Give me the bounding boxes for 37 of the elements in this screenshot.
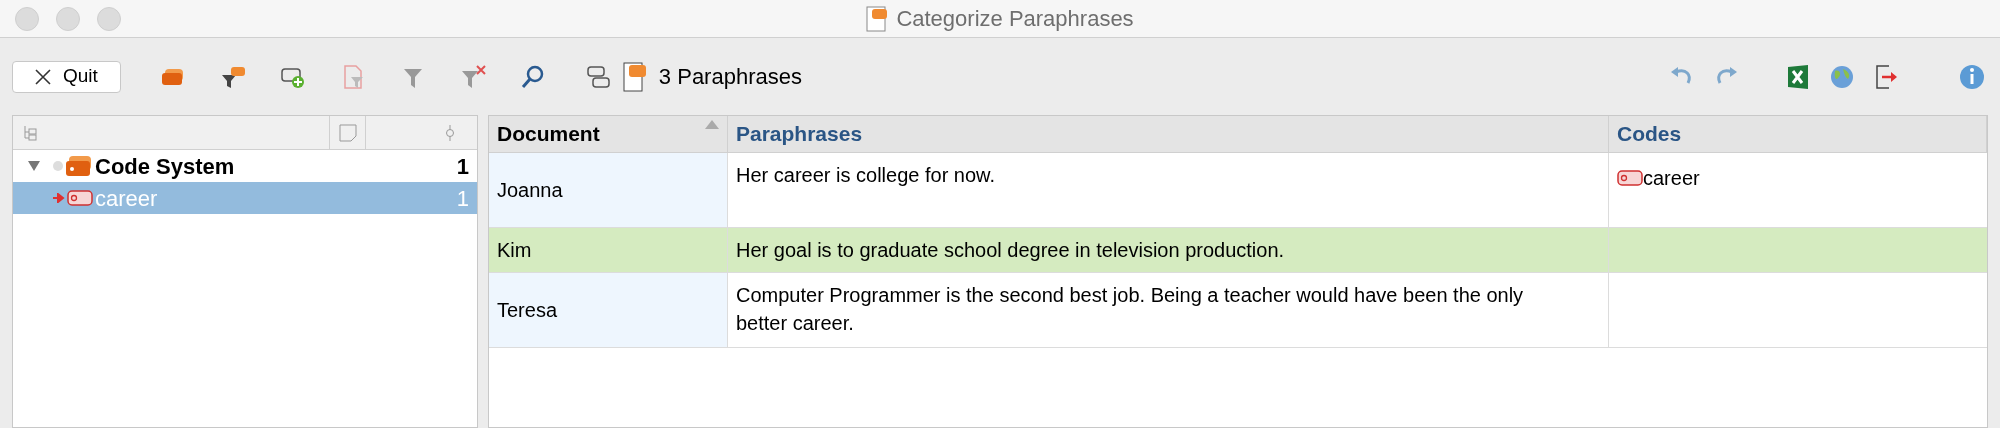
hierarchy-icon[interactable] (23, 124, 37, 141)
paraphrase-icon (866, 5, 889, 32)
arrow-icon (53, 193, 65, 203)
table-cell-text: Her career is college for now. (736, 163, 996, 188)
table-row[interactable]: Teresa Computer Programmer is the second best job. Being a teacher would have been the only better career. (489, 273, 1987, 348)
table-row[interactable]: Kim Her goal is to graduate school degree in television production. (489, 228, 1987, 273)
table-cell-text: Kim (497, 238, 532, 263)
code-label: career (1643, 166, 1700, 191)
window-title: Categorize Paraphrases (896, 5, 1134, 33)
table-cell-text: Joanna (497, 178, 563, 203)
column-header[interactable]: Paraphrases (728, 116, 1609, 152)
dot-icon (53, 161, 63, 171)
memo-icon[interactable] (338, 123, 357, 142)
tree-count: 1 (456, 184, 469, 213)
segment-icon[interactable] (445, 123, 455, 142)
quit-button[interactable]: Quit (12, 60, 121, 93)
column-header[interactable]: Codes (1609, 116, 1987, 152)
code-tag-icon (67, 190, 93, 206)
sort-arrow-icon (705, 120, 719, 129)
disclosure-triangle-icon[interactable] (27, 160, 41, 172)
table-row[interactable]: Joanna Her career is college for now. career (489, 153, 1987, 228)
tree-label: Code System (95, 152, 235, 181)
paraphrase-count: 3 Paraphrases (658, 63, 802, 91)
table-cell-text: Her goal is to graduate school degree in television production. (736, 238, 1285, 263)
tree-item[interactable]: Code System 1 (13, 150, 477, 182)
tree-label: career (95, 184, 158, 213)
table-cell-text: Teresa (497, 298, 558, 323)
table-cell-text: Computer Programmer is the second best job. Being a teacher would have been the only better career. (736, 283, 1525, 336)
code-folder-icon (65, 155, 93, 177)
close-icon (35, 68, 51, 85)
paraphrase-icon (622, 61, 647, 92)
column-header[interactable]: Document (489, 116, 728, 152)
window-control[interactable] (97, 6, 121, 31)
tree-count: 1 (456, 152, 469, 181)
code-tag-icon (1617, 170, 1643, 186)
window-control[interactable] (56, 6, 80, 31)
window-control[interactable] (15, 6, 39, 31)
